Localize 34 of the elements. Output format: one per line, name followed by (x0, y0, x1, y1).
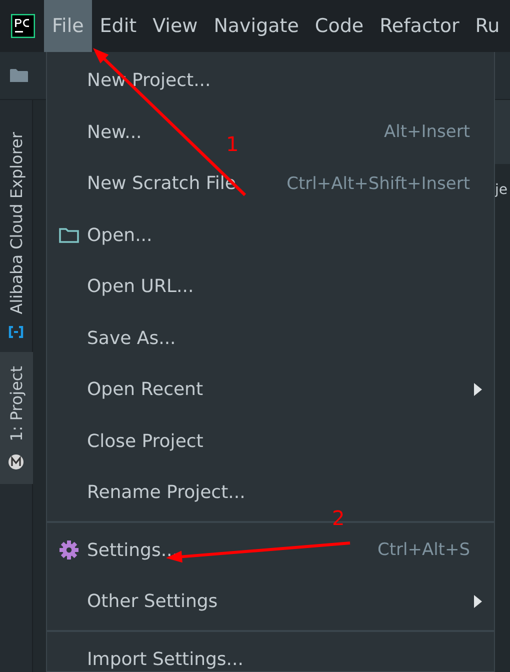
menu-option[interactable]: Settings... (87, 540, 178, 561)
annotation-number: 2 (332, 506, 345, 530)
menu-option[interactable]: Open Recent (87, 379, 204, 400)
menu-option[interactable]: New Project... (87, 70, 211, 92)
tool-window-tab[interactable]: 1: Project (0, 352, 32, 484)
menu-option[interactable]: Open... (87, 224, 152, 246)
cloud-bracket-icon (8, 326, 24, 338)
menu-option[interactable]: Other Settings (87, 591, 218, 612)
menu-item[interactable]: Refactor (372, 0, 468, 52)
menu-option[interactable]: Close Project (87, 430, 204, 452)
shortcut-text: Ctrl+Alt+Shift+Insert (286, 174, 470, 194)
menu-item[interactable]: View (144, 0, 206, 52)
tool-window-tab[interactable]: Alibaba Cloud Explorer (0, 118, 32, 352)
menu-option[interactable]: Save As... (87, 328, 176, 349)
settings-icon (59, 540, 79, 560)
annotation-number: 1 (226, 132, 239, 156)
shortcut-text: Ctrl+Alt+S (377, 540, 470, 560)
submenu-arrow-icon (474, 383, 482, 396)
app-logo-icon (11, 14, 35, 38)
m-logo-icon (8, 454, 24, 470)
menu-option[interactable]: New... (87, 122, 142, 143)
editor-text: je (495, 182, 508, 198)
menu-option[interactable]: Rename Project... (87, 482, 246, 504)
menu-item[interactable]: Edit (92, 0, 145, 52)
folder-icon (59, 227, 79, 244)
submenu-arrow-icon (474, 595, 482, 608)
menu-option[interactable]: Open URL... (87, 276, 194, 298)
menu-item[interactable]: File (44, 0, 92, 52)
menu-item[interactable]: Code (306, 0, 372, 52)
folder-icon (10, 68, 28, 83)
menu-item[interactable]: Ru (467, 0, 508, 52)
menu-item[interactable]: Navigate (206, 0, 307, 52)
shortcut-text: Alt+Insert (384, 122, 470, 142)
menu-option[interactable]: Import Settings... (87, 648, 244, 670)
